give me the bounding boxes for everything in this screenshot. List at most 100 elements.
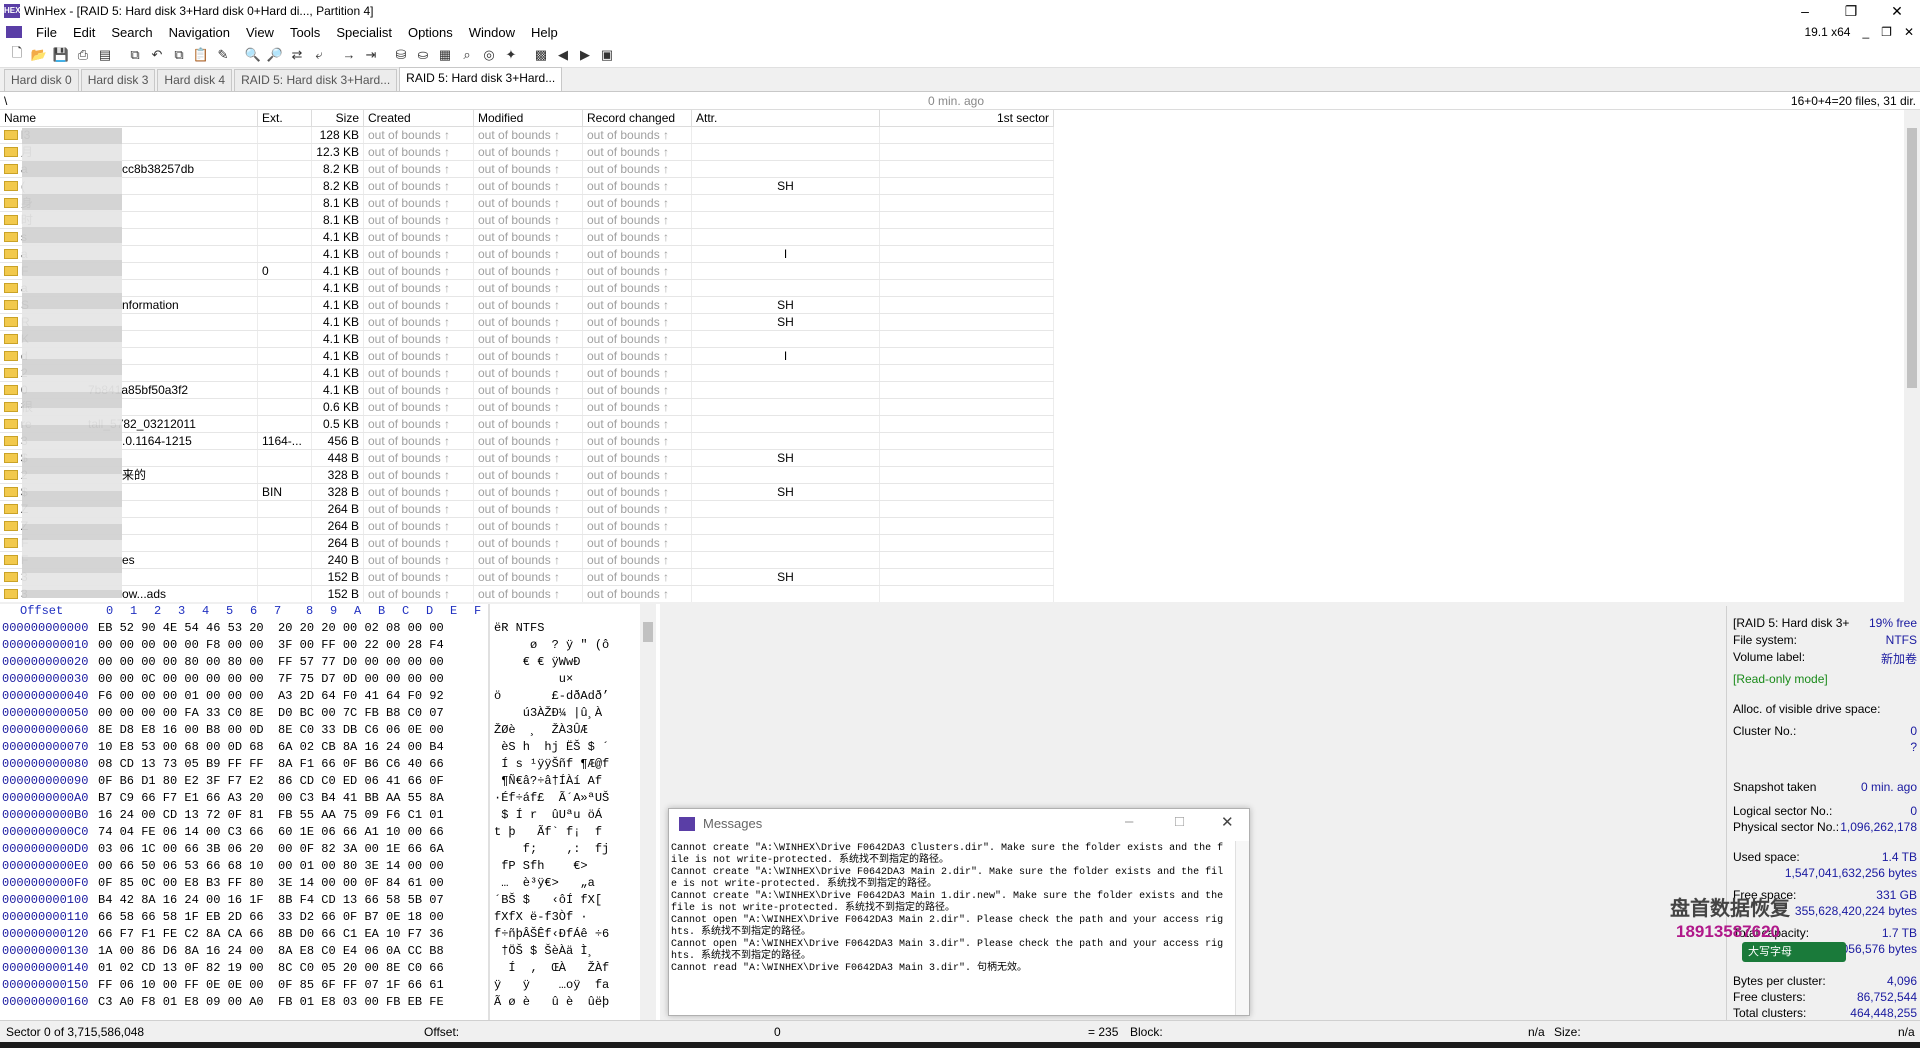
print-icon[interactable]: ⎙ <box>74 46 92 64</box>
file-row[interactable]: F04.1 KBout of bounds ↑out of bounds ↑ou… <box>0 263 1054 280</box>
hex-row[interactable]: 000000000110 66 58 66 58 1F EB 2D 66 33 D… <box>0 910 660 927</box>
hex-bytes[interactable]: FF 06 10 00 FF 0E 0E 00 0F 85 6F FF 07 1… <box>98 978 444 992</box>
hex-bytes[interactable]: 0F B6 D1 80 E2 3F F7 E2 86 CD C0 ED 06 4… <box>98 774 444 788</box>
tab-0[interactable]: Hard disk 0 <box>4 69 79 91</box>
file-row[interactable]: R4.1 KBout of bounds ↑out of bounds ↑out… <box>0 314 1054 331</box>
hex-ascii[interactable]: … è³ÿ€> „a <box>494 876 595 890</box>
file-row[interactable]: 时8.1 KBout of bounds ↑out of bounds ↑out… <box>0 212 1054 229</box>
find-icon[interactable]: 🔍 <box>244 46 262 64</box>
file-row[interactable]: Z264 Bout of bounds ↑out of bounds ↑out … <box>0 501 1054 518</box>
grid-icon[interactable]: ▩ <box>532 46 550 64</box>
column-header-record-changed[interactable]: Record changed <box>583 110 692 127</box>
tab-1[interactable]: Hard disk 3 <box>80 69 156 91</box>
new-file-icon[interactable]: 🗋 <box>8 45 26 64</box>
hex-ascii[interactable]: ·Éf÷áf£ Ã´A»ªUŠ <box>494 791 609 805</box>
messages-minimize-button[interactable]: – <box>1125 813 1133 830</box>
file-row[interactable]: 3.0.1164-12151164-...456 Bout of bounds … <box>0 433 1054 450</box>
file-row[interactable]: 3152 Bout of bounds ↑out of bounds ↑out … <box>0 569 1054 586</box>
hex-bytes[interactable]: 74 04 FE 06 14 00 C3 66 60 1E 06 66 A1 1… <box>98 825 444 839</box>
file-row[interactable]: a4.1 KBout of bounds ↑out of bounds ↑out… <box>0 246 1054 263</box>
prev-icon[interactable]: ◀ <box>554 46 572 64</box>
messages-maximize-button[interactable]: □ <box>1175 813 1184 830</box>
file-row[interactable]: s4.1 KBout of bounds ↑out of bounds ↑out… <box>0 229 1054 246</box>
column-header-attr-[interactable]: Attr. <box>692 110 880 127</box>
file-row[interactable]: Z264 Bout of bounds ↑out of bounds ↑out … <box>0 518 1054 535</box>
column-header-ext-[interactable]: Ext. <box>258 110 312 127</box>
menu-options[interactable]: Options <box>400 25 461 40</box>
forward-icon[interactable]: → <box>340 46 358 64</box>
file-row[interactable]: F264 Bout of bounds ↑out of bounds ↑out … <box>0 535 1054 552</box>
hex-ascii[interactable]: f÷ñþÂŠÊf‹ÐfÁê ÷6 <box>494 927 609 941</box>
file-row[interactable]: 2来的328 Bout of bounds ↑out of bounds ↑ou… <box>0 467 1054 484</box>
ram-icon[interactable]: ▣ <box>598 46 616 64</box>
column-header-modified[interactable]: Modified <box>474 110 583 127</box>
messages-log[interactable]: Cannot create "A:\WINHEX\Drive F0642DA3 … <box>669 843 1229 975</box>
mdi-close-button[interactable]: ✕ <box>1898 25 1920 39</box>
save-icon[interactable]: 💾 <box>52 46 70 64</box>
hex-ascii[interactable]: ö £-dðAdð’ <box>494 689 609 703</box>
open-file-icon[interactable]: 📂 <box>30 46 48 64</box>
column-header-created[interactable]: Created <box>364 110 474 127</box>
file-row[interactable]: a4.1 KBout of bounds ↑out of bounds ↑out… <box>0 280 1054 297</box>
hex-row[interactable]: 0000000000B0 16 24 00 CD 13 72 0F 81 FB 5… <box>0 808 660 825</box>
hex-ascii[interactable]: € € ÿWwÐ <box>494 655 581 669</box>
hex-ascii[interactable]: ÿ ÿ …oÿ fa <box>494 978 609 992</box>
hex-row[interactable]: 000000000130 1A 00 86 D6 8A 16 24 00 8A E… <box>0 944 660 961</box>
find-hex-icon[interactable]: 🔎 <box>266 46 284 64</box>
hex-bytes[interactable]: 00 00 00 00 FA 33 C0 8E D0 BC 00 7C FB B… <box>98 706 444 720</box>
hex-ascii[interactable]: fXfX ë-f3Òf · <box>494 910 588 924</box>
paste-icon[interactable]: 📋 <box>192 46 210 64</box>
calculator-icon[interactable]: ▦ <box>436 46 454 64</box>
hex-editor[interactable]: Offset 0 1 2 3 4 5 6 7 8 9 A B C D E F 000000000000 EB 52… <box>0 604 660 1020</box>
hex-bytes[interactable]: 03 06 1C 00 66 3B 06 20 00 0F 82 3A 00 1… <box>98 842 444 856</box>
menu-tools[interactable]: Tools <box>282 25 328 40</box>
copy-block-icon[interactable]: ⧉ <box>170 46 188 64</box>
hex-scrollbar[interactable] <box>640 604 656 1020</box>
menu-edit[interactable]: Edit <box>65 25 103 40</box>
hex-row[interactable]: 000000000040 F6 00 00 00 01 00 00 00 A3 2… <box>0 689 660 706</box>
hex-row[interactable]: 000000000010 00 00 00 00 00 F8 00 00 3F 0… <box>0 638 660 655</box>
hex-ascii[interactable]: èS h hj ËŠ $ ´ <box>494 740 609 754</box>
hex-row[interactable]: 000000000150 FF 06 10 00 FF 0E 0E 00 0F 8… <box>0 978 660 995</box>
file-row[interactable]: l3128 KBout of bounds ↑out of bounds ↑ou… <box>0 127 1054 144</box>
hex-bytes[interactable]: C3 A0 F8 01 E8 09 00 A0 FB 01 E8 03 00 F… <box>98 995 444 1009</box>
hex-ascii[interactable]: u× <box>494 672 573 686</box>
hex-bytes[interactable]: 1A 00 86 D6 8A 16 24 00 8A E8 C0 E4 06 0… <box>98 944 444 958</box>
file-row[interactable]: 24.1 KBout of bounds ↑out of bounds ↑out… <box>0 365 1054 382</box>
hex-row[interactable]: 000000000100 B4 42 8A 16 24 00 16 1F 8B F… <box>0 893 660 910</box>
hex-ascii[interactable]: Í s ¹ÿÿŠñf ¶Æ@f <box>494 757 609 771</box>
copy-icon[interactable]: ⧉ <box>126 46 144 64</box>
hex-row[interactable]: 000000000050 00 00 00 00 FA 33 C0 8E D0 B… <box>0 706 660 723</box>
file-row[interactable]: Snformation4.1 KBout of bounds ↑out of b… <box>0 297 1054 314</box>
file-row[interactable]: K4.1 KBout of bounds ↑out of bounds ↑out… <box>0 331 1054 348</box>
hex-bytes[interactable]: 00 00 00 00 80 00 80 00 FF 57 77 D0 00 0… <box>98 655 444 669</box>
close-button[interactable]: ✕ <box>1874 0 1920 22</box>
column-header-name[interactable]: Name <box>0 110 258 127</box>
hex-ascii[interactable]: ëR NTFS <box>494 621 544 635</box>
tab-3[interactable]: RAID 5: Hard disk 3+Hard... <box>234 69 398 91</box>
file-row[interactable]: 很0.6 KBout of bounds ↑out of bounds ↑out… <box>0 399 1054 416</box>
file-row[interactable]: d4.1 KBout of bounds ↑out of bounds ↑out… <box>0 348 1054 365</box>
file-row[interactable]: $BIN328 Bout of bounds ↑out of bounds ↑o… <box>0 484 1054 501</box>
file-list-scrollbar[interactable] <box>1904 110 1920 602</box>
menu-help[interactable]: Help <box>523 25 566 40</box>
menu-navigation[interactable]: Navigation <box>161 25 238 40</box>
hex-bytes[interactable]: 08 CD 13 73 05 B9 FF FF 8A F1 66 0F B6 C… <box>98 757 444 771</box>
hex-bytes[interactable]: 01 02 CD 13 0F 82 19 00 8C C0 05 20 00 8… <box>98 961 444 975</box>
properties-icon[interactable]: ▤ <box>96 46 114 64</box>
column-header-size[interactable]: Size <box>312 110 364 127</box>
mdi-restore-button[interactable]: ❐ <box>1875 25 1898 39</box>
hex-row[interactable]: 000000000060 8E D8 E8 16 00 B8 00 0D 8E C… <box>0 723 660 740</box>
tab-4[interactable]: RAID 5: Hard disk 3+Hard... <box>399 67 563 91</box>
hex-ascii[interactable]: Í ‚ ŒÀ ŽÀf <box>494 961 609 975</box>
hex-ascii[interactable]: Ã ø è û è ûëþ <box>494 995 609 1009</box>
next-icon[interactable]: ▶ <box>576 46 594 64</box>
hex-bytes[interactable]: 10 E8 53 00 68 00 0D 68 6A 02 CB 8A 16 2… <box>98 740 444 754</box>
scroll-thumb[interactable] <box>643 622 653 642</box>
hex-row[interactable]: 000000000020 00 00 00 00 80 00 80 00 FF 5… <box>0 655 660 672</box>
hex-bytes[interactable]: 00 00 00 00 00 F8 00 00 3F 00 FF 00 22 0… <box>98 638 444 652</box>
undo-icon[interactable]: ↶ <box>148 46 166 64</box>
hex-row[interactable]: 000000000070 10 E8 53 00 68 00 0D 68 6A 0… <box>0 740 660 757</box>
hex-row[interactable]: 0000000000F0 0F 85 0C 00 E8 B3 FF 80 3E 1… <box>0 876 660 893</box>
hex-ascii[interactable]: ŽØè ¸ ŽÀ3ÛÆ <box>494 723 588 737</box>
